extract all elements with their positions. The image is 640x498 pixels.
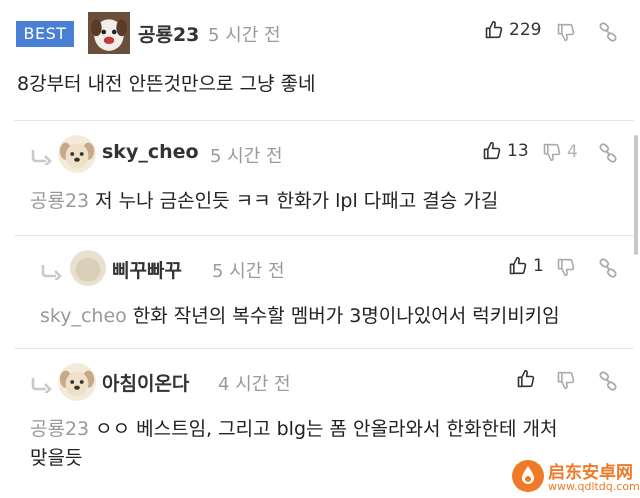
watermark-url: www.qdltdq.com xyxy=(548,480,640,493)
best-badge: BEST xyxy=(16,21,74,47)
comment-time: 5 시간 전 xyxy=(210,146,283,167)
mention-tag[interactable]: sky_cheo xyxy=(40,305,127,327)
watermark-logo-icon xyxy=(512,460,544,492)
share-link-button[interactable] xyxy=(598,258,618,278)
scrollbar[interactable] xyxy=(634,135,638,255)
share-link-button[interactable] xyxy=(598,143,618,163)
comment-body: 한화 작년의 복수할 멤버가 3명이나있어서 럭키비키임 xyxy=(132,305,560,327)
comment-text: 공룡23 저 누나 금손인듯 ㅋㅋ 한화가 lpl 다패고 결승 가길 xyxy=(30,187,498,216)
reply-arrow-icon xyxy=(40,264,62,280)
dislike-button[interactable]: 4 xyxy=(542,142,578,162)
share-link-button[interactable] xyxy=(598,22,618,42)
puppy-avatar-icon xyxy=(58,135,96,173)
comment-author[interactable]: 공룡23 xyxy=(138,20,199,47)
thumbs-down-icon xyxy=(556,370,576,390)
avatar[interactable] xyxy=(70,250,106,286)
link-icon xyxy=(598,143,618,163)
comment-time: 5 시간 전 xyxy=(212,261,285,282)
thumbs-up-icon xyxy=(484,20,504,40)
comment-author[interactable]: sky_cheo xyxy=(102,141,199,163)
thumbs-down-icon xyxy=(556,22,576,42)
site-watermark: 启东安卓网 www.qdltdq.com xyxy=(508,456,640,496)
like-count: 229 xyxy=(509,20,542,40)
comment-author[interactable]: 아침이온다 xyxy=(102,369,189,396)
like-count: 13 xyxy=(507,141,529,161)
dislike-count: 4 xyxy=(567,142,578,162)
dislike-button[interactable] xyxy=(556,22,576,42)
like-button[interactable]: 13 xyxy=(482,141,529,161)
link-icon xyxy=(598,258,618,278)
like-button[interactable]: 1 xyxy=(508,256,544,276)
comment-best: BEST 공룡23 5 시간 전 229 8강부터 내전 안뜬것만으로 그냥 좋… xyxy=(0,0,640,120)
thumbs-up-icon xyxy=(508,256,528,276)
thumbs-down-icon xyxy=(542,142,562,162)
avatar[interactable] xyxy=(58,135,96,173)
comment-body-line1: ㅇㅇ 베스트임, 그리고 blg는 폼 안올라와서 한화한테 개처 xyxy=(95,418,558,440)
share-link-button[interactable] xyxy=(598,371,618,391)
thumbs-down-icon xyxy=(556,257,576,277)
like-button[interactable] xyxy=(516,369,536,389)
puppy-avatar-icon xyxy=(58,363,96,401)
comment-body: 저 누나 금손인듯 ㅋㅋ 한화가 lpl 다패고 결승 가길 xyxy=(95,190,499,212)
comment-text: sky_cheo 한화 작년의 복수할 멤버가 3명이나있어서 럭키비키임 xyxy=(40,302,560,331)
reply-arrow-icon xyxy=(30,149,52,165)
dog-avatar-icon xyxy=(88,12,130,54)
thumbs-up-icon xyxy=(482,141,502,161)
avatar[interactable] xyxy=(88,12,130,54)
reply-arrow-icon xyxy=(30,377,52,393)
dislike-button[interactable] xyxy=(556,257,576,277)
link-icon xyxy=(598,371,618,391)
blank-avatar-icon xyxy=(70,250,106,286)
reply-comment: sky_cheo 5 시간 전 13 4 공룡23 저 누나 금손인듯 ㅋㅋ 한화… xyxy=(14,120,634,235)
comment-time: 5 시간 전 xyxy=(208,25,281,46)
like-count: 1 xyxy=(533,256,544,276)
comment-author[interactable]: 삐꾸빠꾸 xyxy=(112,256,182,283)
comment-text: 8강부터 내전 안뜬것만으로 그냥 좋네 xyxy=(17,73,316,95)
dislike-button[interactable] xyxy=(556,370,576,390)
link-icon xyxy=(598,22,618,42)
mention-tag[interactable]: 공룡23 xyxy=(30,418,89,440)
comment-time: 4 시간 전 xyxy=(218,374,291,395)
like-button[interactable]: 229 xyxy=(484,20,541,40)
avatar[interactable] xyxy=(58,363,96,401)
mention-tag[interactable]: 공룡23 xyxy=(30,190,89,212)
thumbs-up-icon xyxy=(516,369,536,389)
reply-comment: 삐꾸빠꾸 5 시간 전 1 sky_cheo 한화 작년의 복수할 멤버가 3명이… xyxy=(14,235,634,348)
